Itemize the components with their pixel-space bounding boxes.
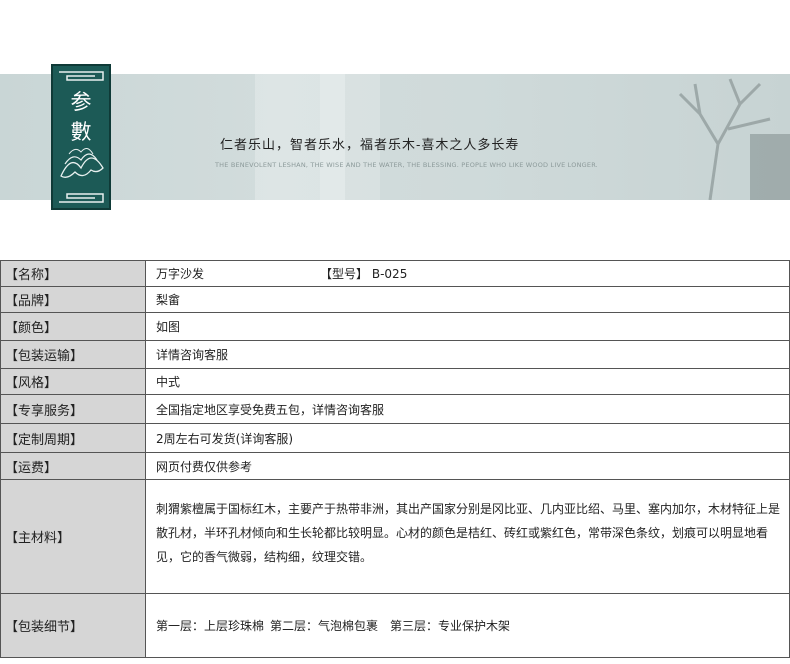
spec-label: 【主材料】	[0, 479, 146, 594]
spec-row-custom: 【定制周期】 2周左右可发货(详询客服)	[0, 423, 790, 453]
spec-value-shipping: 详情咨询客服	[145, 340, 790, 369]
spec-row-name: 【名称】 万字沙发 【型号】 B-025	[0, 260, 790, 287]
spec-value-style: 中式	[145, 368, 790, 395]
spec-value-material: 刺猬紫檀属于国标红木，主要产于热带非洲，其出产国家分别是冈比亚、几内亚比绍、马里…	[156, 501, 781, 564]
spec-value-custom: 2周左右可发货(详询客服)	[145, 423, 790, 453]
spec-value-name: 万字沙发	[156, 267, 205, 281]
packing-layer-2: 第二层：气泡棉包裹	[270, 619, 379, 633]
packing-layer-3: 第三层：专业保护木架	[390, 619, 511, 633]
spec-value-packing-cell: 第一层：上层珍珠棉 第二层：气泡棉包裹 第三层：专业保护木架	[145, 593, 790, 658]
spec-label: 【名称】	[0, 260, 146, 287]
spec-label: 【运费】	[0, 452, 146, 480]
spec-label: 【包装运输】	[0, 340, 146, 369]
spec-value-cell: 万字沙发 【型号】 B-025	[145, 260, 790, 287]
spec-row-material: 【主材料】 刺猬紫檀属于国标红木，主要产于热带非洲，其出产国家分别是冈比亚、几内…	[0, 479, 790, 594]
spec-value-brand: 梨畲	[145, 286, 790, 313]
spec-label: 【定制周期】	[0, 423, 146, 453]
badge-char-top: 参	[70, 90, 92, 114]
packing-layer-1: 第一层：上层珍珠棉	[156, 619, 265, 633]
spec-table: 【名称】 万字沙发 【型号】 B-025 【品牌】 梨畲 【颜色】 如图 【包装运…	[0, 260, 790, 658]
spec-label: 【颜色】	[0, 312, 146, 341]
spec-value-service: 全国指定地区享受免费五包，详情咨询客服	[145, 394, 790, 424]
spec-model-value: B-025	[371, 267, 408, 281]
spec-row-service: 【专享服务】 全国指定地区享受免费五包，详情咨询客服	[0, 394, 790, 424]
spec-row-color: 【颜色】 如图	[0, 312, 790, 341]
spec-label: 【品牌】	[0, 286, 146, 313]
spec-row-shipping: 【包装运输】 详情咨询客服	[0, 340, 790, 369]
spec-label: 【风格】	[0, 368, 146, 395]
spec-row-brand: 【品牌】 梨畲	[0, 286, 790, 313]
spec-value-freight: 网页付费仅供参考	[145, 452, 790, 480]
slogan-english: THE BENEVOLENT LESHAN, THE WISE AND THE …	[215, 161, 598, 169]
spec-label: 【包装细节】	[0, 593, 146, 658]
spec-row-style: 【风格】 中式	[0, 368, 790, 395]
tree-silhouette-icon	[678, 78, 790, 200]
spec-value-material-cell: 刺猬紫檀属于国标红木，主要产于热带非洲，其出产国家分别是冈比亚、几内亚比绍、马里…	[145, 479, 790, 594]
badge-char-bottom: 數	[70, 120, 92, 144]
spec-row-freight: 【运费】 网页付费仅供参考	[0, 452, 790, 480]
slogan-chinese: 仁者乐山，智者乐水，福者乐木-喜木之人多长寿	[220, 138, 520, 153]
params-badge: 参 數	[51, 64, 111, 210]
spec-model-label: 【型号】	[320, 267, 369, 281]
spec-label: 【专享服务】	[0, 394, 146, 424]
spec-row-packing: 【包装细节】 第一层：上层珍珠棉 第二层：气泡棉包裹 第三层：专业保护木架	[0, 593, 790, 658]
spec-value-color: 如图	[145, 312, 790, 341]
